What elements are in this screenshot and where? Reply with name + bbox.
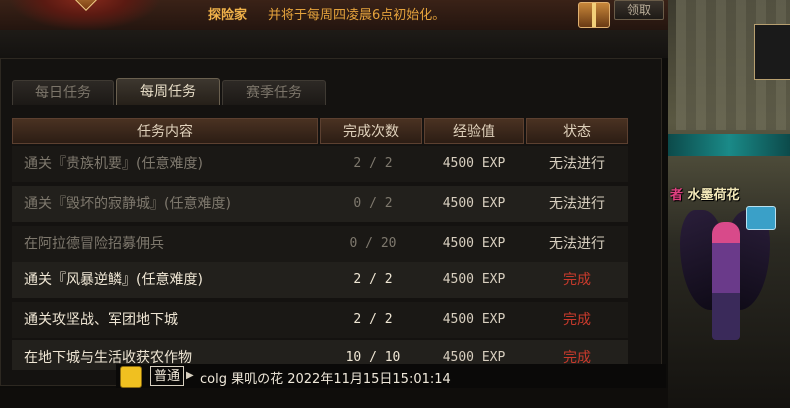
gift-box-icon[interactable]	[578, 2, 610, 28]
column-header-status: 状态	[526, 118, 628, 144]
emoji-icon[interactable]	[120, 366, 142, 388]
table-row[interactable]: 通关『贵族机要』(任意难度) 2 / 2 4500 EXP 无法进行	[12, 146, 628, 182]
quest-count: 2 / 2	[353, 272, 393, 287]
character-body	[712, 222, 740, 340]
quest-name: 通关攻坚战、军团地下城	[24, 312, 178, 328]
minimap-frame[interactable]	[754, 24, 790, 80]
character-title: 者	[670, 188, 684, 203]
scene-glow-strip	[668, 134, 790, 156]
table-row[interactable]: 在阿拉德冒险招募佣兵 0 / 20 4500 EXP 无法进行	[12, 226, 628, 262]
quest-status: 完成	[563, 272, 591, 288]
quest-status: 无法进行	[549, 156, 605, 172]
quest-status: 完成	[563, 312, 591, 328]
quest-exp: 4500 EXP	[442, 272, 506, 287]
quest-exp: 4500 EXP	[442, 312, 506, 327]
quest-count: 0 / 2	[353, 196, 393, 211]
game-screen: 探险家 并将于每周四凌晨6点初始化。 领取 每日任务 每周任务 赛季任务 任务内…	[0, 0, 790, 408]
table-header: 任务内容 完成次数 经验值 状态	[12, 118, 628, 144]
quest-count: 2 / 2	[353, 312, 393, 327]
item-box-icon[interactable]	[746, 206, 776, 230]
chevron-right-icon: ▶	[186, 370, 194, 381]
table-row[interactable]: 通关攻坚战、军团地下城 2 / 2 4500 EXP 完成	[12, 302, 628, 338]
quest-count: 2 / 2	[353, 156, 393, 171]
quest-status: 无法进行	[549, 196, 605, 212]
tab-season[interactable]: 赛季任务	[222, 80, 326, 105]
notice-banner: 探险家 并将于每周四凌晨6点初始化。 领取	[0, 0, 668, 31]
tab-weekly[interactable]: 每周任务	[116, 78, 220, 105]
column-header-exp: 经验值	[424, 118, 524, 144]
quest-name: 在阿拉德冒险招募佣兵	[24, 236, 164, 252]
banner-notice: 并将于每周四凌晨6点初始化。	[268, 8, 446, 23]
tab-daily[interactable]: 每日任务	[12, 80, 114, 105]
table-row[interactable]: 通关『风暴逆鳞』(任意难度) 2 / 2 4500 EXP 完成	[12, 262, 628, 298]
chat-message: colg 果叽の花 2022年11月15日15:01:14	[200, 372, 451, 387]
table-row[interactable]: 通关『毁坏的寂静城』(任意难度) 0 / 2 4500 EXP 无法进行	[12, 186, 628, 222]
gem-icon	[69, 0, 103, 11]
column-header-content: 任务内容	[12, 118, 318, 144]
quest-count: 0 / 20	[349, 236, 397, 251]
claim-button[interactable]: 领取	[614, 0, 664, 20]
quest-name: 通关『风暴逆鳞』(任意难度)	[24, 272, 203, 288]
chat-channel-badge[interactable]: 普通	[150, 366, 184, 386]
quest-name: 通关『贵族机要』(任意难度)	[24, 156, 203, 172]
bottom-band	[0, 388, 668, 408]
column-header-count: 完成次数	[320, 118, 422, 144]
emblem-icon	[10, 0, 160, 30]
quest-exp: 4500 EXP	[442, 236, 506, 251]
quest-name: 通关『毁坏的寂静城』(任意难度)	[24, 196, 231, 212]
quest-exp: 4500 EXP	[442, 156, 506, 171]
quest-exp: 4500 EXP	[442, 196, 506, 211]
panel-top-edge	[0, 30, 668, 58]
banner-tag: 探险家	[208, 8, 248, 23]
quest-status: 无法进行	[549, 236, 605, 252]
